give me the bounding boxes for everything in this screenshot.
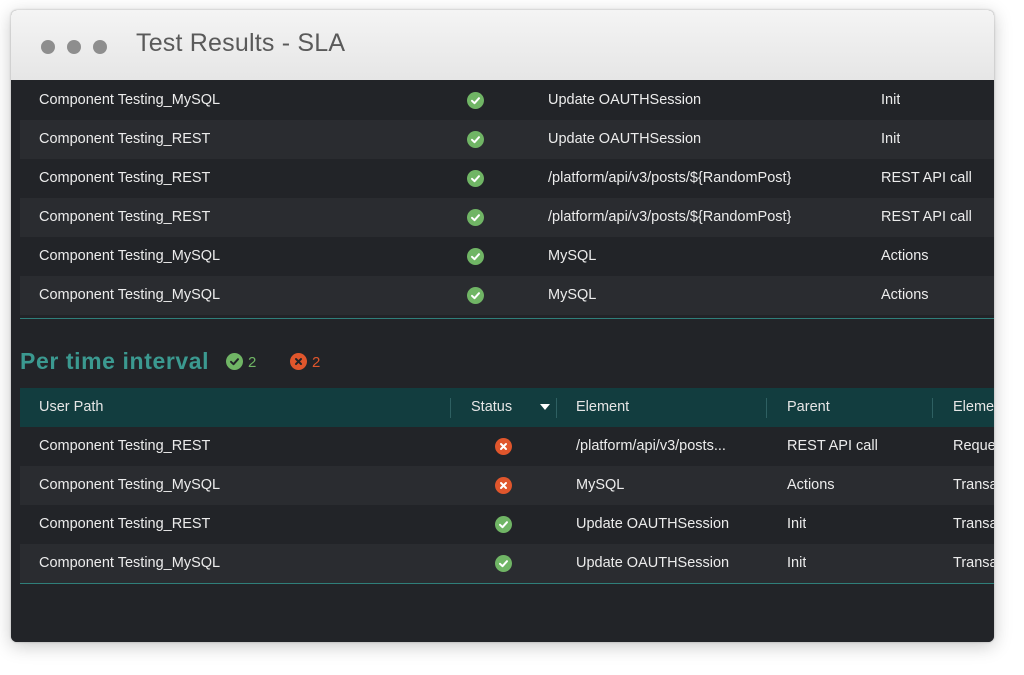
parent-cell: Actions — [787, 477, 835, 493]
element-cell: Update OAUTHSession — [576, 516, 730, 532]
check-circle-icon — [495, 555, 512, 572]
column-header-status[interactable]: Status — [471, 388, 512, 427]
check-circle-icon — [467, 287, 484, 304]
parent-cell: Init — [787, 555, 807, 571]
column-separator[interactable] — [450, 398, 451, 418]
element-type-cell: Transa — [953, 555, 994, 571]
table-row[interactable]: Component Testing_REST /platform/api/v3/… — [20, 159, 994, 198]
table-row[interactable]: Component Testing_MySQL MySQL Actions — [20, 237, 994, 276]
column-separator[interactable] — [932, 398, 933, 418]
parent-cell: Init — [881, 92, 901, 108]
element-type-cell: Reque — [953, 438, 994, 454]
window-title: Test Results - SLA — [136, 29, 346, 57]
table-row[interactable]: Component Testing_MySQL MySQL Actions — [20, 276, 994, 315]
parent-cell: Init — [787, 516, 807, 532]
user-path-cell: Component Testing_MySQL — [39, 92, 221, 108]
pass-count: 2 — [248, 354, 257, 371]
column-header-element-type[interactable]: Eleme — [953, 388, 994, 427]
table-header: User Path Status Element Parent Eleme — [20, 388, 994, 427]
title-bar: Test Results - SLA — [11, 10, 994, 81]
element-cell: Update OAUTHSession — [576, 555, 730, 571]
table-row[interactable]: Component Testing_MySQL Update OAUTHSess… — [20, 81, 994, 120]
maximize-window-button[interactable] — [93, 40, 107, 54]
user-path-cell: Component Testing_REST — [39, 438, 211, 454]
x-circle-icon — [290, 353, 307, 370]
fail-count: 2 — [312, 354, 321, 371]
check-circle-icon — [467, 209, 484, 226]
element-type-cell: Transa — [953, 516, 994, 532]
table-row[interactable]: Component Testing_REST /platform/api/v3/… — [20, 198, 994, 237]
column-separator[interactable] — [766, 398, 767, 418]
check-circle-icon — [226, 353, 243, 370]
element-cell: /platform/api/v3/posts/${RandomPost} — [548, 209, 792, 225]
table-row[interactable]: Component Testing_REST Update OAUTHSessi… — [20, 505, 994, 544]
parent-cell: REST API call — [881, 209, 972, 225]
user-path-cell: Component Testing_REST — [39, 131, 211, 147]
check-circle-icon — [467, 170, 484, 187]
user-path-cell: Component Testing_REST — [39, 209, 211, 225]
element-cell: MySQL — [548, 287, 597, 303]
parent-cell: Actions — [881, 287, 929, 303]
table-row[interactable]: Component Testing_REST Update OAUTHSessi… — [20, 120, 994, 159]
parent-cell: Init — [881, 131, 901, 147]
section-title: Per time interval — [20, 348, 210, 374]
results-content[interactable]: Component Testing_MySQL Update OAUTHSess… — [11, 80, 994, 642]
table-row[interactable]: Component Testing_MySQL MySQL Actions Tr… — [20, 466, 994, 505]
user-path-cell: Component Testing_MySQL — [39, 248, 221, 264]
check-circle-icon — [495, 516, 512, 533]
user-path-cell: Component Testing_REST — [39, 170, 211, 186]
caret-down-icon[interactable] — [540, 404, 550, 410]
element-cell: Update OAUTHSession — [548, 92, 702, 108]
user-path-cell: Component Testing_REST — [39, 516, 211, 532]
section-divider — [20, 583, 994, 584]
element-cell: MySQL — [576, 477, 625, 493]
column-separator[interactable] — [556, 398, 557, 418]
x-circle-icon — [495, 438, 512, 455]
x-circle-icon — [495, 477, 512, 494]
check-circle-icon — [467, 92, 484, 109]
user-path-cell: Component Testing_MySQL — [39, 287, 221, 303]
parent-cell: REST API call — [881, 170, 972, 186]
check-circle-icon — [467, 131, 484, 148]
element-cell: Update OAUTHSession — [548, 131, 702, 147]
parent-cell: REST API call — [787, 438, 878, 454]
section-divider — [20, 318, 994, 319]
column-header-user-path[interactable]: User Path — [39, 388, 103, 427]
table-row[interactable]: Component Testing_REST /platform/api/v3/… — [20, 427, 994, 466]
element-cell: /platform/api/v3/posts... — [576, 438, 726, 454]
element-cell: MySQL — [548, 248, 597, 264]
element-cell: /platform/api/v3/posts/${RandomPost} — [548, 170, 792, 186]
table-row[interactable]: Component Testing_MySQL Update OAUTHSess… — [20, 544, 994, 583]
close-window-button[interactable] — [41, 40, 55, 54]
minimize-window-button[interactable] — [67, 40, 81, 54]
parent-cell: Actions — [881, 248, 929, 264]
element-type-cell: Transa — [953, 477, 994, 493]
test-results-window: Test Results - SLA Component Testing_MyS… — [11, 10, 994, 642]
column-header-parent[interactable]: Parent — [787, 388, 830, 427]
check-circle-icon — [467, 248, 484, 265]
column-header-element[interactable]: Element — [576, 388, 629, 427]
user-path-cell: Component Testing_MySQL — [39, 477, 221, 493]
user-path-cell: Component Testing_MySQL — [39, 555, 221, 571]
